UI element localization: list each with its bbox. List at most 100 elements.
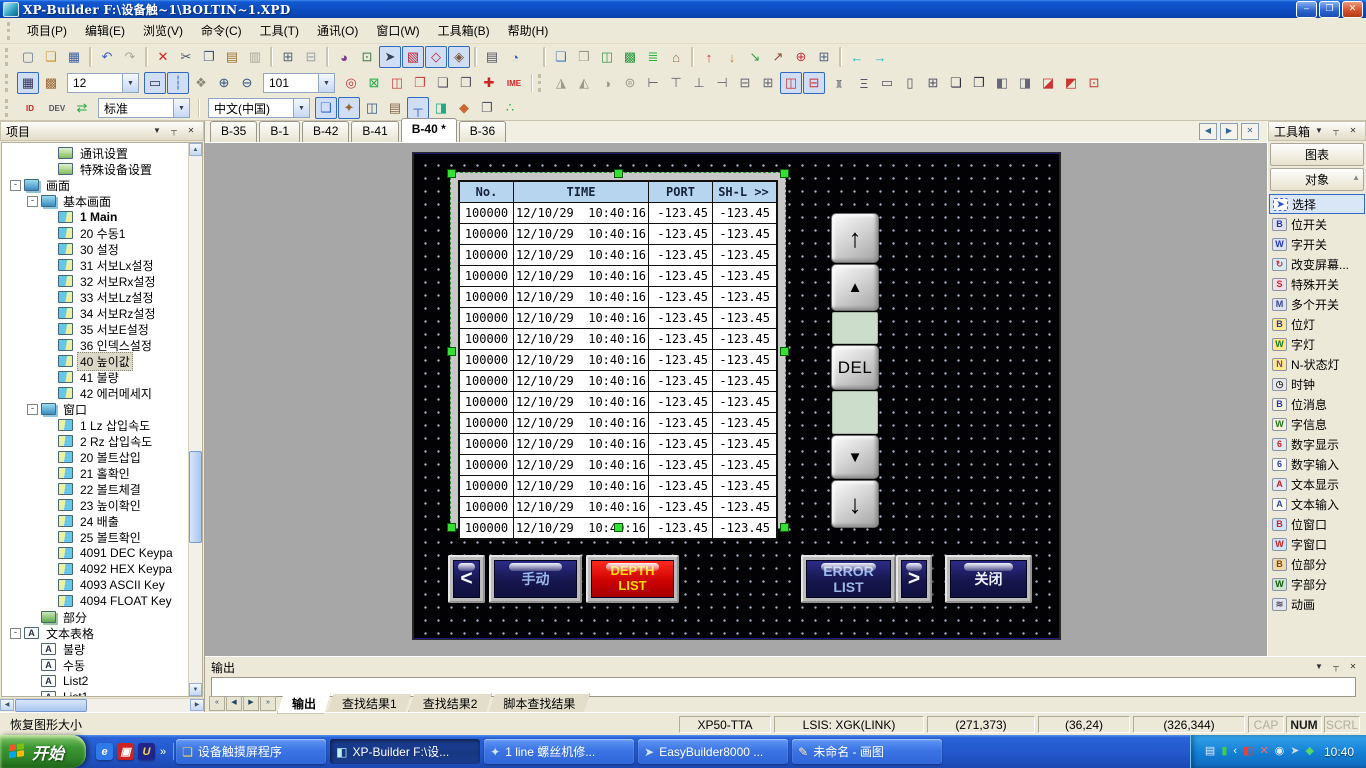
output-tab[interactable]: 输出 xyxy=(277,693,331,714)
back-icon[interactable]: ← xyxy=(846,46,868,68)
open-file-icon[interactable]: ❏ xyxy=(40,46,62,68)
menu-item[interactable]: 通讯(O) xyxy=(308,18,367,43)
grid-icon[interactable]: ▦ xyxy=(17,72,39,94)
output-tab[interactable]: 脚本查找结果 xyxy=(488,693,590,714)
chevron-down-icon[interactable]: ▼ xyxy=(318,74,334,92)
quick-launch-more-icon[interactable]: » xyxy=(160,746,166,758)
zoom-in-icon[interactable]: ⊕ xyxy=(213,72,235,94)
scrollbar-thumb[interactable] xyxy=(189,451,202,543)
screen-editor[interactable]: No.TIMEPORTSH-L >> 100000 12/10/29 10:40… xyxy=(205,143,1267,656)
selection-handle[interactable] xyxy=(614,169,623,178)
minimize-button[interactable]: – xyxy=(1296,1,1317,18)
library-icon[interactable]: ◨ xyxy=(430,97,452,119)
delete-icon[interactable]: ✕ xyxy=(152,46,174,68)
side-button[interactable] xyxy=(832,312,878,344)
align-left-icon[interactable]: ⊢ xyxy=(642,72,664,94)
crop-icon[interactable]: ⊡ xyxy=(356,46,378,68)
usb-icon[interactable]: ▮ xyxy=(1221,746,1227,757)
tree-item[interactable]: 4092 HEX Keypa xyxy=(2,561,188,577)
menu-item[interactable]: 工具箱(B) xyxy=(429,18,499,43)
paste-special-icon[interactable]: ▥ xyxy=(244,46,266,68)
back-one-icon[interactable]: ◨ xyxy=(1014,72,1036,94)
send-back-icon[interactable]: ❐ xyxy=(968,72,990,94)
toolbox-group-objects[interactable]: 对象 ▲ xyxy=(1270,168,1364,191)
same-height-icon[interactable]: ▯ xyxy=(899,72,921,94)
toolbox-tool[interactable]: ≋ 动画 xyxy=(1269,594,1365,614)
panel-close-icon[interactable]: ✕ xyxy=(1346,661,1360,674)
paste-icon[interactable]: ▤ xyxy=(221,46,243,68)
toolbox-tool[interactable]: W 字部分 xyxy=(1269,574,1365,594)
toolbox-tool[interactable]: B 位开关 xyxy=(1269,214,1365,234)
tray-expand-icon[interactable]: ‹ xyxy=(1233,746,1237,757)
prev-tab-icon[interactable]: ◀ xyxy=(226,696,242,711)
selection-handle[interactable] xyxy=(780,523,789,532)
tree-item[interactable]: - 文本表格 xyxy=(2,625,188,641)
script-icon[interactable]: ❐ xyxy=(476,97,498,119)
screen-list-icon[interactable]: ≣ xyxy=(642,46,664,68)
toolbox-tool[interactable]: B 位窗口 xyxy=(1269,514,1365,534)
menu-item[interactable]: 编辑(E) xyxy=(76,18,134,43)
device-display-icon[interactable]: DEV xyxy=(44,97,70,119)
document-tab[interactable]: B-40 * xyxy=(401,118,457,142)
id-display-icon[interactable]: ID xyxy=(17,97,43,119)
tab-scroll-left-icon[interactable]: ◀ xyxy=(1199,123,1217,140)
volume-icon[interactable]: ◉ xyxy=(1275,746,1285,757)
font-size-combo[interactable]: 12 ▼ xyxy=(67,73,139,93)
cut-icon[interactable]: ✂ xyxy=(175,46,197,68)
center-v-icon[interactable]: ⊟ xyxy=(734,72,756,94)
blue-app-icon[interactable]: U xyxy=(138,743,155,760)
data-view-icon[interactable]: ◫ xyxy=(361,97,383,119)
window-tile-icon[interactable]: ⊞ xyxy=(813,46,835,68)
open-screen-icon[interactable]: ❐ xyxy=(573,46,595,68)
toolbox-tool[interactable]: ◷ 时钟 xyxy=(1269,374,1365,394)
rotate-left-icon[interactable]: ◮ xyxy=(550,72,572,94)
tree-expand-icon[interactable]: - xyxy=(27,404,38,415)
toolbox-tool[interactable]: W 字灯 xyxy=(1269,334,1365,354)
center-screen-h-icon[interactable]: ◫ xyxy=(780,72,802,94)
zoom-level-combo[interactable]: 101 ▼ xyxy=(263,73,335,93)
language-icon[interactable]: ◧ xyxy=(1243,746,1253,757)
taskbar-task-button[interactable]: ✎ 未命名 - 画图 xyxy=(792,739,942,764)
rotate-right-icon[interactable]: ◭ xyxy=(573,72,595,94)
project-tree-hscrollbar[interactable]: ◀ ▶ xyxy=(0,698,204,712)
toolbar-icon[interactable] xyxy=(839,47,842,67)
panel-pin-icon[interactable]: ┬ xyxy=(1329,661,1343,674)
taskbar-task-button[interactable]: ❏ 设备触摸屏程序 xyxy=(176,739,326,764)
toolbar-icon[interactable] xyxy=(527,46,539,68)
tree-item[interactable]: 불량 xyxy=(2,641,188,657)
next-page-button[interactable]: > xyxy=(896,555,932,603)
panel-close-icon[interactable]: ✕ xyxy=(184,125,198,138)
toolbox-tool[interactable]: B 位消息 xyxy=(1269,394,1365,414)
lock-icon[interactable]: ⊠ xyxy=(363,72,385,94)
panel-pin-icon[interactable]: ┬ xyxy=(1329,125,1343,138)
document-tab[interactable]: B-35 xyxy=(210,121,257,142)
toolbox-tool[interactable]: B 位部分 xyxy=(1269,554,1365,574)
page-down-button[interactable]: ↓ xyxy=(831,480,879,528)
network-offline-icon[interactable]: ✕ xyxy=(1259,746,1268,757)
center-h-icon[interactable]: ⊞ xyxy=(757,72,779,94)
toolbox-tool[interactable]: S 特殊开关 xyxy=(1269,274,1365,294)
output-tab[interactable]: 查找结果1 xyxy=(327,693,412,714)
language-combo[interactable]: 中文(中国) ▼ xyxy=(208,98,310,118)
rect-select-icon[interactable]: ▧ xyxy=(402,46,424,68)
property-view-icon[interactable]: ▤ xyxy=(384,97,406,119)
tree-item[interactable]: 4094 FLOAT Key xyxy=(2,593,188,609)
point-select-icon[interactable]: ◇ xyxy=(425,46,447,68)
selection-handle[interactable] xyxy=(447,169,456,178)
page-frame-icon[interactable]: ▭ xyxy=(144,72,166,94)
row-down-button[interactable]: ▼ xyxy=(831,435,879,479)
toolbar-icon[interactable] xyxy=(691,47,694,67)
new-file-icon[interactable]: ▢ xyxy=(17,46,39,68)
ungroup-align-icon[interactable]: ◩ xyxy=(1060,72,1082,94)
tree-item[interactable]: 特殊设备设置 xyxy=(2,161,188,177)
selection-handle[interactable] xyxy=(447,523,456,532)
group-align-icon[interactable]: ◪ xyxy=(1037,72,1059,94)
selection-handle[interactable] xyxy=(780,347,789,356)
align-bottom-icon[interactable]: ⊥ xyxy=(688,72,710,94)
toolbox-panel-icon[interactable]: ✦ xyxy=(338,97,360,119)
object-select-icon[interactable]: ◈ xyxy=(448,46,470,68)
scroll-down-icon[interactable]: ▼ xyxy=(189,683,202,696)
color-icon[interactable]: ◕ xyxy=(333,46,355,68)
toolbox-tool[interactable]: B 位灯 xyxy=(1269,314,1365,334)
toolbox-tool[interactable]: ➤ 选择 xyxy=(1269,194,1365,214)
